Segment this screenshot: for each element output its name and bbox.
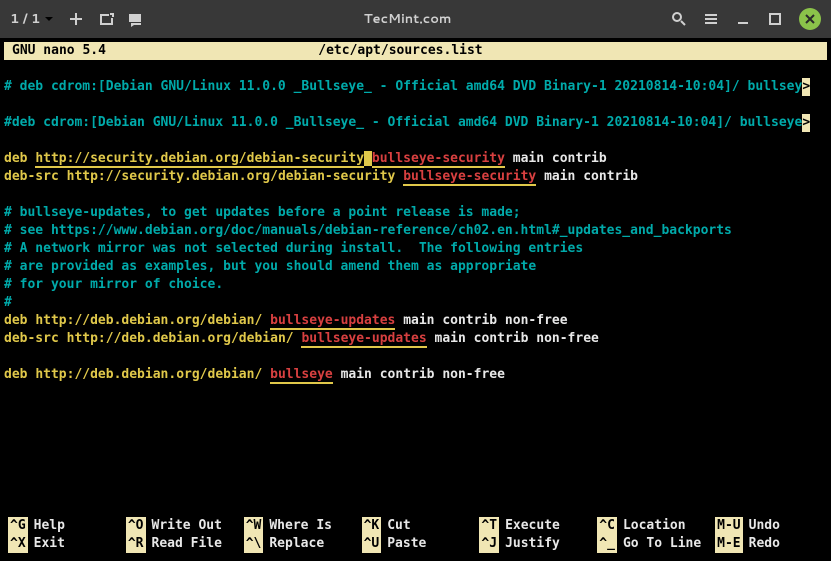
shortcut-cut[interactable]: ^KCut [362,517,470,535]
repo-url: http://deb.debian.org/debian/ [67,331,294,346]
minimize-button[interactable] [735,11,751,27]
nano-shortcut-bar: ^GHelp ^OWrite Out ^WWhere Is ^KCut ^TEx… [4,517,827,557]
new-tab-button[interactable] [68,11,84,27]
shortcut-exit[interactable]: ^XExit [8,535,116,553]
editor-content[interactable]: # deb cdrom:[Debian GNU/Linux 11.0.0 _Bu… [4,60,827,517]
shortcut-location[interactable]: ^CLocation [597,517,705,535]
release-name: bullseye-updates [270,313,395,330]
shortcut-gotoline[interactable]: ^_Go To Line [597,535,705,553]
debsrc-keyword: deb-src [4,169,59,184]
components: main contrib [544,169,638,184]
comment-line: # [4,295,12,310]
nano-header: GNU nano 5.4 /etc/apt/sources.list [4,42,827,60]
maximize-button[interactable] [767,11,783,27]
comment-line: # are provided as examples, but you shou… [4,259,536,274]
deb-keyword: deb [4,367,27,382]
comment-line: #deb cdrom:[Debian GNU/Linux 11.0.0 _Bul… [4,115,802,130]
terminal-area[interactable]: GNU nano 5.4 /etc/apt/sources.list # deb… [0,38,831,561]
close-button[interactable] [799,8,821,30]
release-name: bullseye-updates [301,331,426,348]
shortcut-undo[interactable]: M-UUndo [715,517,823,535]
components: main contrib non-free [403,313,567,328]
repo-url: http://security.debian.org/debian-securi… [35,151,364,168]
nano-filename: /etc/apt/sources.list [114,42,687,60]
tab-counter-label: 1 / 1 [10,10,40,28]
shortcut-replace[interactable]: ^\Replace [244,535,352,553]
window-title: TecMint.com [144,10,671,28]
components: main contrib non-free [341,367,505,382]
tab-counter[interactable]: 1 / 1 [10,10,54,28]
components: main contrib non-free [435,331,599,346]
line-continuation-icon: > [802,114,810,132]
titlebar: 1 / 1 TecMint.com [0,0,831,38]
comment-line: # deb cdrom:[Debian GNU/Linux 11.0.0 _Bu… [4,79,802,94]
repo-url: http://security.debian.org/debian-securi… [67,169,396,184]
shortcut-writeout[interactable]: ^OWrite Out [126,517,234,535]
shortcut-whereis[interactable]: ^WWhere Is [244,517,352,535]
app-window: 1 / 1 TecMint.com [0,0,831,561]
release-name: bullseye-security [372,151,505,168]
release-name: bullseye-security [403,169,536,186]
repo-url: http://deb.debian.org/debian/ [35,313,262,328]
shortcut-justify[interactable]: ^JJustify [479,535,587,553]
menu-terminal-icon[interactable] [128,11,144,27]
components: main contrib [513,151,607,166]
shortcut-redo[interactable]: M-ERedo [715,535,823,553]
cursor-highlight [364,151,372,166]
search-icon[interactable] [671,11,687,27]
comment-line: # A network mirror was not selected duri… [4,241,583,256]
debsrc-keyword: deb-src [4,331,59,346]
deb-keyword: deb [4,313,27,328]
deb-keyword: deb [4,151,27,166]
shortcut-readfile[interactable]: ^RRead File [126,535,234,553]
shortcut-help[interactable]: ^GHelp [8,517,116,535]
line-continuation-icon: > [802,78,810,96]
shortcut-paste[interactable]: ^UPaste [362,535,470,553]
comment-line: # bullseye-updates, to get updates befor… [4,205,521,220]
new-window-icon[interactable] [98,11,114,27]
nano-version: GNU nano 5.4 [4,42,114,60]
hamburger-menu-icon[interactable] [703,11,719,27]
comment-line: # see https://www.debian.org/doc/manuals… [4,223,732,238]
repo-url: http://deb.debian.org/debian/ [35,367,262,382]
shortcut-execute[interactable]: ^TExecute [479,517,587,535]
comment-line: # for your mirror of choice. [4,277,223,292]
release-name: bullseye [270,367,333,384]
